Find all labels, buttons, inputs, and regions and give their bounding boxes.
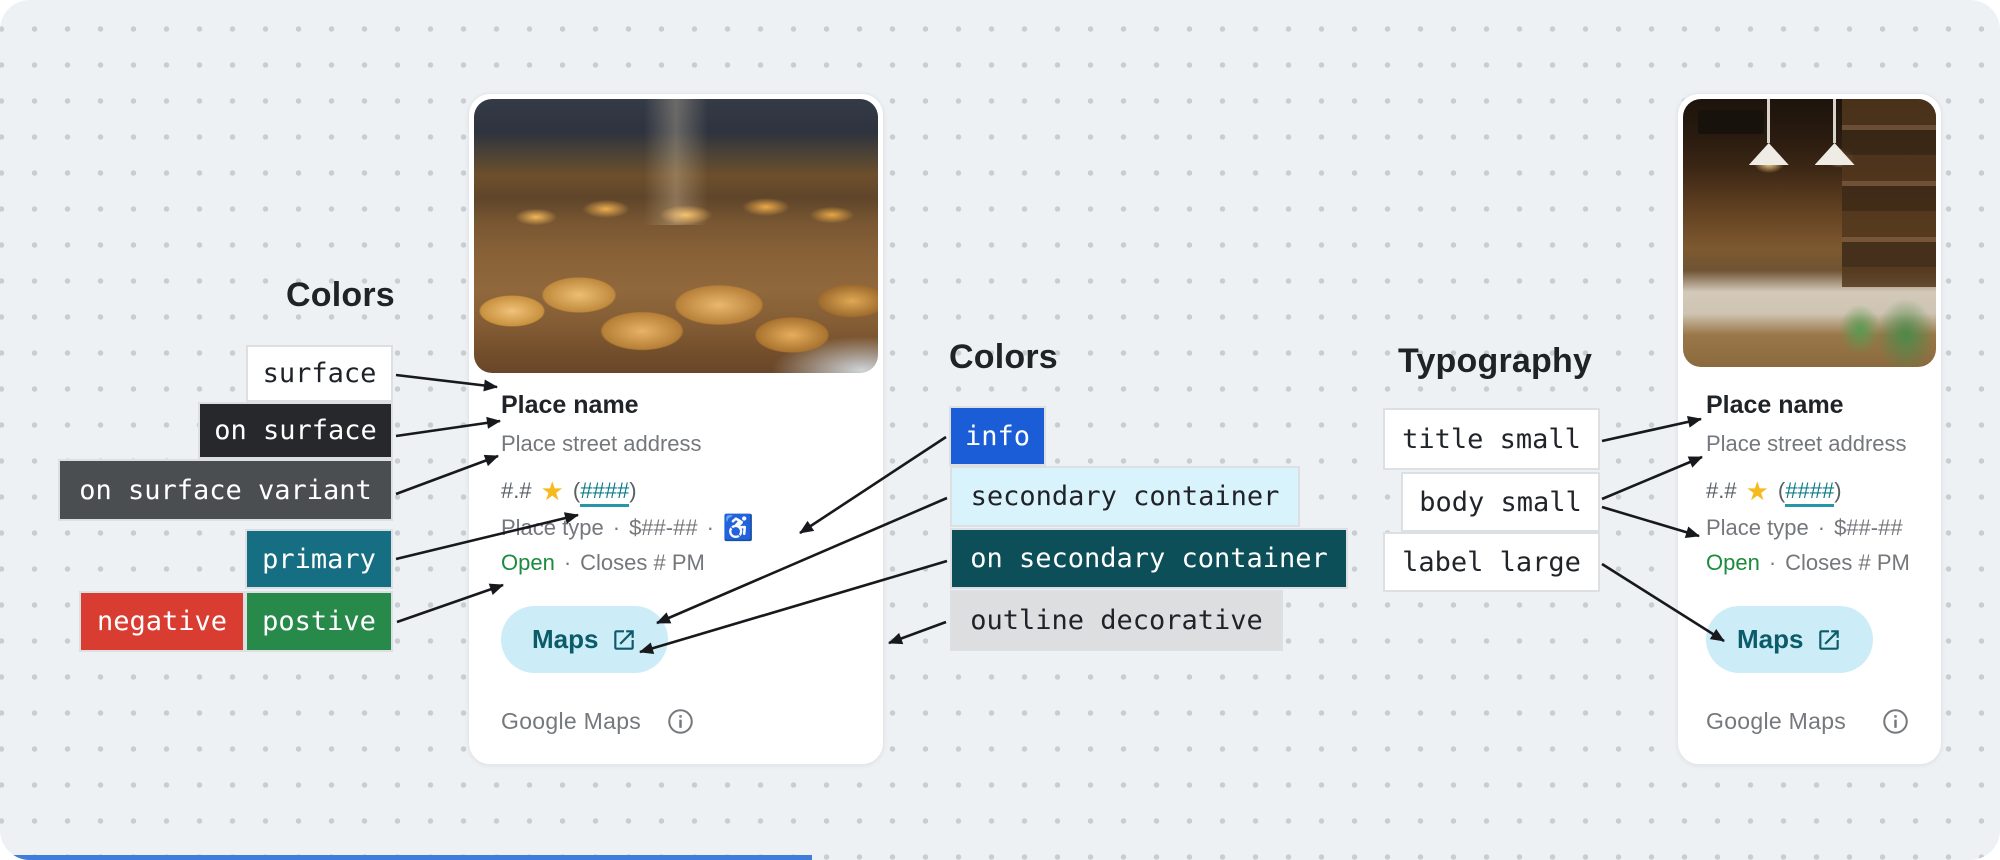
price-range: $##-## [629, 515, 698, 541]
paren: ) [1834, 478, 1841, 503]
info-icon[interactable] [667, 708, 694, 735]
external-link-icon [611, 627, 637, 653]
swatch-secondary-container: secondary container [950, 466, 1300, 527]
dot-separator: · [1818, 515, 1825, 541]
wheelchair-accessible-icon: ♿ [723, 516, 754, 541]
typo-label-large: label large [1383, 532, 1600, 592]
open-status: Open [1706, 550, 1760, 576]
dot-separator: · [564, 550, 571, 576]
rating-count: (####) [573, 478, 637, 504]
rating-value: #.# [501, 478, 532, 504]
swatch-negative: negative [79, 591, 245, 652]
left-colors-heading: Colors [286, 276, 395, 315]
review-count-link[interactable]: #### [1785, 478, 1834, 507]
middle-colors-heading: Colors [949, 338, 1058, 377]
swatch-postive: postive [245, 591, 393, 652]
swatch-label: surface [263, 358, 377, 389]
swatch-label: primary [262, 544, 376, 575]
hours-line: Open · Closes # PM [1706, 550, 1910, 576]
closing-time: Closes # PM [580, 550, 705, 576]
place-name: Place name [1706, 391, 1844, 420]
bottom-accent-bar [0, 855, 812, 860]
place-card-bakery: Place name Place street address #.# ★ (#… [468, 93, 884, 765]
external-link-icon [1816, 627, 1842, 653]
hanging-lamp [1815, 99, 1855, 165]
hours-line: Open · Closes # PM [501, 550, 705, 576]
price-range: $##-## [1834, 515, 1903, 541]
attribution-row: Google Maps [1706, 708, 1909, 735]
star-icon: ★ [1746, 478, 1769, 504]
maps-button[interactable]: Maps [501, 606, 668, 673]
paren: ) [629, 478, 636, 503]
typo-label: title small [1402, 424, 1581, 455]
info-icon[interactable] [1882, 708, 1909, 735]
glass-reflection [644, 99, 708, 225]
typography-heading: Typography [1398, 342, 1592, 381]
street-address: Place street address [501, 431, 702, 457]
swatch-label: on secondary container [970, 543, 1328, 574]
bakery-photo [474, 99, 878, 373]
star-icon: ★ [541, 478, 564, 504]
closing-time: Closes # PM [1785, 550, 1910, 576]
swatch-label: outline decorative [970, 605, 1263, 636]
rating-line: #.# ★ (####) [501, 478, 637, 504]
place-type: Place type [501, 515, 604, 541]
rating-line: #.# ★ (####) [1706, 478, 1842, 504]
rating-value: #.# [1706, 478, 1737, 504]
swatch-label: info [965, 421, 1030, 452]
swatch-on-surface: on surface [198, 402, 393, 459]
street-address: Place street address [1706, 431, 1907, 457]
swatch-label: on surface variant [79, 475, 372, 506]
maps-button-label: Maps [1737, 624, 1803, 655]
type-price-line: Place type · $##-## [1706, 515, 1903, 541]
cafe-shelves [1842, 99, 1936, 287]
swatch-label: on surface [214, 415, 377, 446]
place-type: Place type [1706, 515, 1809, 541]
swatch-label: secondary container [971, 481, 1280, 512]
design-spec-canvas: Colors Colors Typography surface on surf… [0, 0, 2000, 860]
dot-separator: · [707, 515, 714, 541]
rating-count: (####) [1778, 478, 1842, 504]
swatch-on-secondary-container: on secondary container [950, 528, 1348, 589]
dot-separator: · [1769, 550, 1776, 576]
maps-button[interactable]: Maps [1706, 606, 1873, 673]
attribution-label: Google Maps [1706, 708, 1846, 735]
typo-label: label large [1402, 547, 1581, 578]
dot-separator: · [613, 515, 620, 541]
type-price-line: Place type · $##-## · ♿ [501, 515, 754, 541]
swatch-info: info [949, 406, 1046, 466]
swatch-surface: surface [246, 345, 393, 402]
swatch-primary: primary [245, 529, 393, 589]
review-count-link[interactable]: #### [580, 478, 629, 507]
swatch-label: negative [97, 606, 227, 637]
place-card-cafe: Place name Place street address #.# ★ (#… [1677, 93, 1942, 765]
place-name: Place name [501, 391, 639, 420]
typo-title-small: title small [1383, 408, 1600, 470]
open-status: Open [501, 550, 555, 576]
attribution-label: Google Maps [501, 708, 641, 735]
typo-label: body small [1419, 487, 1582, 518]
attribution-row: Google Maps [501, 708, 694, 735]
hanging-lamp [1749, 99, 1789, 165]
maps-button-label: Maps [532, 624, 598, 655]
swatch-outline-decorative: outline decorative [950, 590, 1283, 651]
swatch-on-surface-variant: on surface variant [58, 459, 393, 521]
cafe-photo [1683, 99, 1936, 367]
typo-body-small: body small [1401, 472, 1600, 532]
swatch-label: postive [262, 606, 376, 637]
